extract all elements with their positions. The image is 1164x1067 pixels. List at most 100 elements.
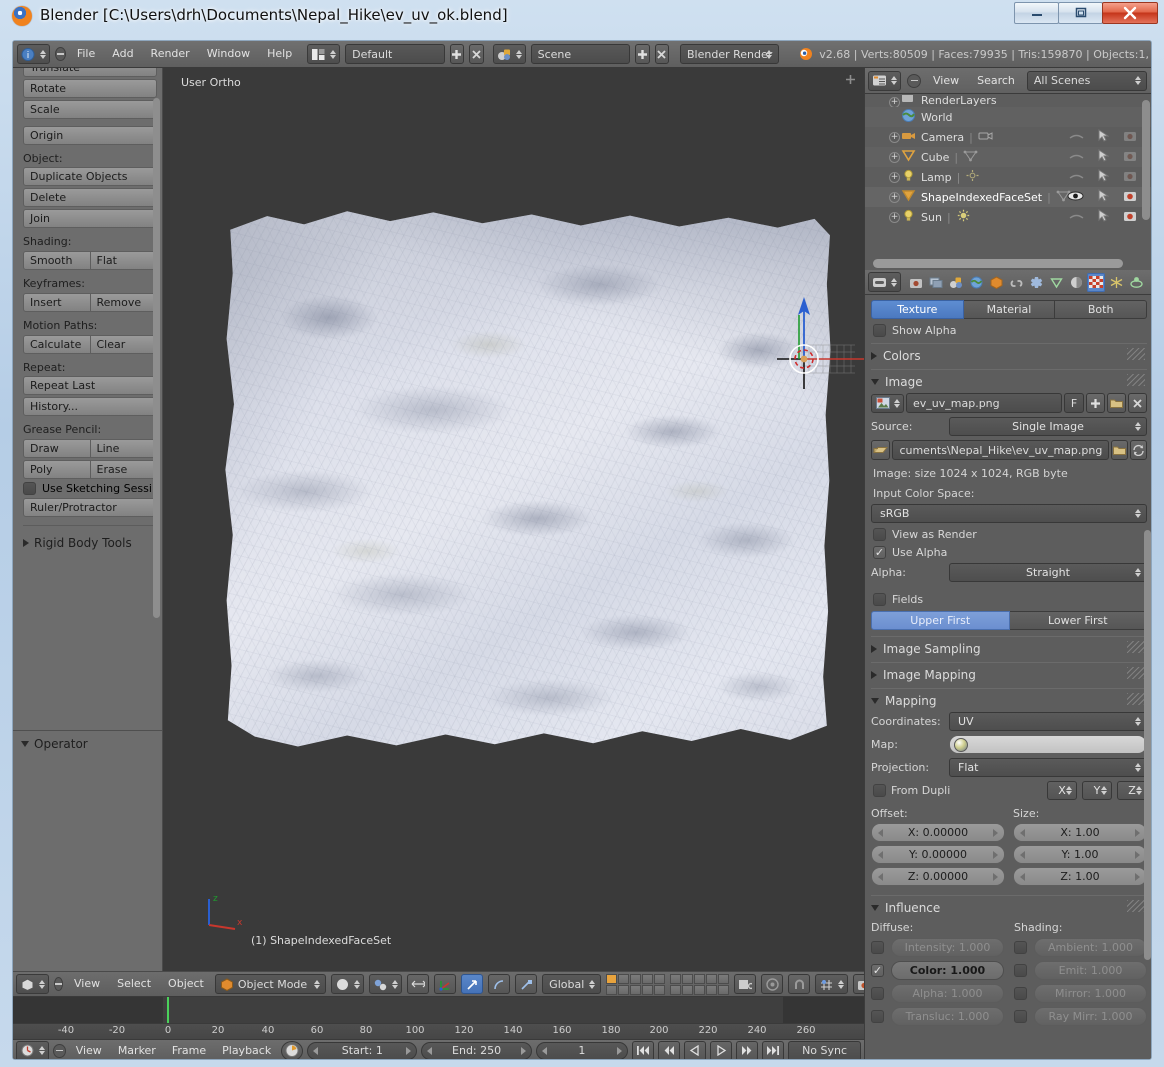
tool-calculate-paths[interactable]: Calculate: [23, 335, 91, 354]
menu-window[interactable]: Window: [201, 41, 256, 67]
checkbox-box-icon[interactable]: [871, 1010, 884, 1023]
decrement-arrow-icon[interactable]: [427, 1047, 432, 1055]
expand-toggle-icon[interactable]: +: [889, 192, 900, 203]
manipulator-toggle[interactable]: [434, 974, 456, 994]
panel-colors[interactable]: Colors: [871, 343, 1147, 363]
increment-arrow-icon[interactable]: [993, 873, 998, 881]
increment-arrow-icon[interactable]: [1135, 851, 1140, 859]
decrement-arrow-icon[interactable]: [313, 1047, 318, 1055]
renderable-camera-icon[interactable]: [1123, 189, 1138, 205]
segment-lower-first[interactable]: Lower First: [1010, 611, 1148, 630]
tool-delete[interactable]: Delete: [23, 188, 157, 207]
panel-mapping[interactable]: Mapping: [871, 688, 1147, 708]
tool-clear-paths[interactable]: Clear: [91, 335, 158, 354]
size-z-field[interactable]: Z: 1.00: [1013, 867, 1147, 886]
tool-shade-smooth[interactable]: Smooth: [23, 251, 91, 270]
layer-cell[interactable]: [682, 974, 693, 984]
image-name-field[interactable]: ev_uv_map.png: [906, 393, 1062, 413]
diffuse-alpha-slider[interactable]: Alpha: 1.000: [891, 984, 1004, 1003]
tool-repeat-last[interactable]: Repeat Last: [23, 376, 157, 395]
snap-magnet-button[interactable]: [788, 974, 810, 994]
panel-rigid-body-tools[interactable]: Rigid Body Tools: [23, 536, 157, 550]
collapse-menus-button[interactable]: [53, 1044, 66, 1058]
renderable-camera-icon[interactable]: [1123, 149, 1138, 165]
menu-marker[interactable]: Marker: [112, 1040, 162, 1061]
checkbox-box-icon[interactable]: [1014, 987, 1027, 1000]
panel-image-mapping[interactable]: Image Mapping: [871, 662, 1147, 682]
layer-cell[interactable]: [706, 985, 717, 995]
table-row[interactable]: + Sun |: [865, 207, 1152, 227]
lock-camera-to-view-button[interactable]: [734, 974, 756, 994]
selectable-cursor-icon[interactable]: [1098, 149, 1109, 165]
transform-manipulator[interactable]: [795, 343, 845, 393]
tool-gp-line[interactable]: Line: [91, 439, 158, 458]
layer-cell[interactable]: [694, 985, 705, 995]
editor-type-selector-timeline[interactable]: [16, 1041, 49, 1061]
tab-modifiers[interactable]: [1027, 273, 1045, 292]
increment-arrow-icon[interactable]: [406, 1047, 411, 1055]
menu-file[interactable]: File: [71, 41, 101, 67]
renderable-camera-icon[interactable]: [1123, 129, 1138, 145]
tool-remove-keyframe[interactable]: Remove: [91, 293, 158, 312]
checkbox-box-icon[interactable]: [1014, 964, 1027, 977]
segment-material[interactable]: Material: [964, 300, 1056, 319]
menu-view[interactable]: View: [68, 971, 106, 997]
diffuse-translucency-slider[interactable]: Transluc: 1.000: [891, 1007, 1004, 1026]
colorspace-dropdown[interactable]: sRGB: [871, 504, 1147, 523]
close-button[interactable]: [1102, 2, 1158, 24]
checkbox-box-icon[interactable]: [873, 784, 886, 797]
scene-layers-grid-2[interactable]: [670, 974, 729, 995]
menu-object[interactable]: Object: [162, 971, 210, 997]
size-x-field[interactable]: X: 1.00: [1013, 823, 1147, 842]
timeline-ruler[interactable]: -40 -20 0 20 40 60 80 100 120 140 160 18…: [13, 1023, 864, 1039]
interaction-mode-selector[interactable]: Object Mode: [215, 974, 326, 994]
source-dropdown[interactable]: Single Image: [949, 417, 1147, 436]
layer-cell[interactable]: [642, 974, 653, 984]
renderable-camera-icon[interactable]: [1123, 209, 1138, 225]
layer-cell[interactable]: [630, 974, 641, 984]
minimize-button[interactable]: [1014, 2, 1059, 24]
outliner-display-mode[interactable]: All Scenes: [1027, 71, 1147, 91]
end-frame-field[interactable]: End: 250: [421, 1042, 531, 1060]
checkbox-fields[interactable]: Fields: [873, 593, 1147, 606]
collapse-menus-button[interactable]: [54, 977, 63, 991]
shading-ray-mirror-slider[interactable]: Ray Mirr: 1.000: [1034, 1007, 1147, 1026]
layer-cell[interactable]: [618, 974, 629, 984]
shading-emit-slider[interactable]: Emit: 1.000: [1034, 961, 1147, 980]
jump-to-start-button[interactable]: [632, 1041, 654, 1061]
layer-cell[interactable]: [670, 985, 681, 995]
checkbox-box-icon[interactable]: [871, 941, 884, 954]
tool-scale[interactable]: Scale: [23, 100, 157, 119]
expand-toggle-icon[interactable]: +: [889, 172, 900, 183]
viewport-shading-selector[interactable]: [331, 974, 364, 994]
segment-both[interactable]: Both: [1055, 300, 1147, 319]
delete-scene-button[interactable]: [655, 44, 670, 64]
uv-map-field[interactable]: [949, 735, 1147, 754]
menu-playback[interactable]: Playback: [216, 1040, 277, 1061]
expand-toggle-icon[interactable]: +: [889, 132, 900, 143]
expand-toggle-icon[interactable]: +: [889, 212, 900, 223]
layer-cell[interactable]: [618, 985, 629, 995]
checkbox-box-icon[interactable]: [871, 987, 884, 1000]
play-button[interactable]: [710, 1041, 732, 1061]
increment-arrow-icon[interactable]: [1135, 873, 1140, 881]
layer-cell[interactable]: [718, 985, 729, 995]
decrement-arrow-icon[interactable]: [542, 1047, 547, 1055]
menu-view[interactable]: View: [70, 1040, 108, 1061]
decrement-arrow-icon[interactable]: [1020, 851, 1025, 859]
manipulator-scale-button[interactable]: [515, 974, 537, 994]
delete-screen-button[interactable]: [469, 44, 484, 64]
alpha-dropdown[interactable]: Straight: [949, 563, 1147, 582]
editor-type-selector-info[interactable]: i: [17, 44, 50, 64]
screen-layout-selector[interactable]: [307, 44, 340, 64]
editor-type-selector-properties[interactable]: [868, 272, 901, 292]
tool-insert-keyframe[interactable]: Insert: [23, 293, 91, 312]
offset-y-field[interactable]: Y: 0.00000: [871, 845, 1005, 864]
filebrowse-icon[interactable]: [871, 440, 890, 460]
visibility-eye-icon[interactable]: [1067, 191, 1084, 204]
selectable-cursor-icon[interactable]: [1098, 169, 1109, 185]
scene-layers-grid-1[interactable]: [606, 974, 665, 995]
renderable-camera-icon[interactable]: [1123, 169, 1138, 185]
layer-cell[interactable]: [670, 974, 681, 984]
layer-cell[interactable]: [694, 974, 705, 984]
